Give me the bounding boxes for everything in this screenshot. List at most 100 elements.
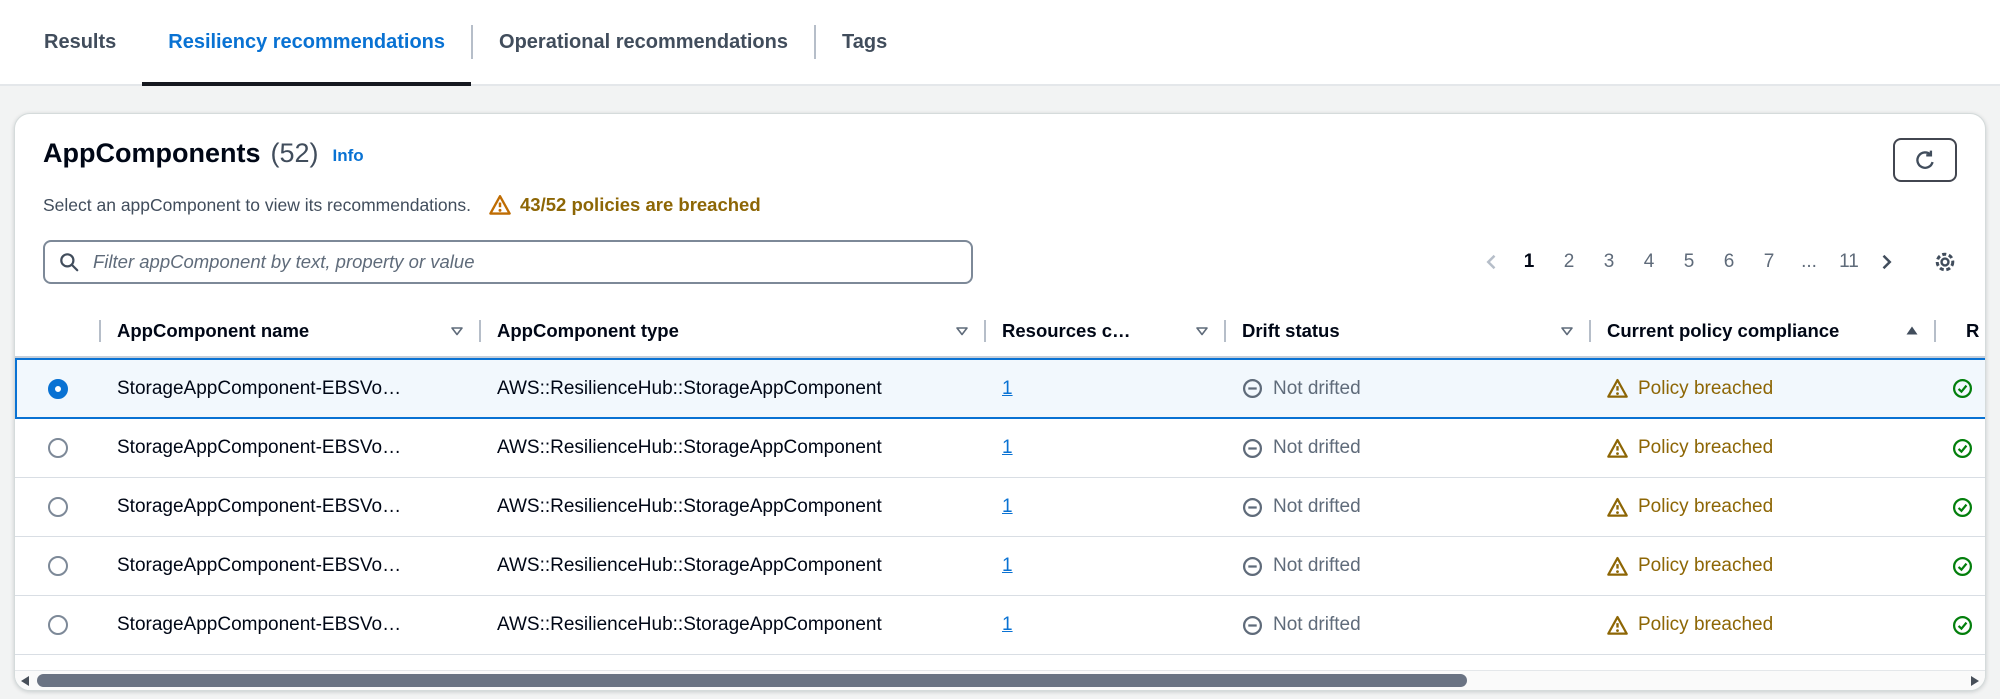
radio-button[interactable] [48,615,68,635]
tab-resiliency-recommendations[interactable]: Resiliency recommendations [142,0,471,86]
previous-page-button[interactable] [1477,244,1507,280]
column-label: R [1966,320,1980,341]
panel-description: Select an appComponent to view its recom… [43,194,472,215]
warning-icon [1607,556,1628,577]
refresh-icon [1914,149,1936,171]
appcomponent-name-cell: StorageAppComponent-EBSVo… [117,377,402,399]
radio-button[interactable] [48,378,68,399]
not-drifted-icon [1242,615,1263,636]
page-number[interactable]: 4 [1631,244,1667,280]
filter-input[interactable] [43,240,973,284]
column-header-truncated[interactable]: R [1936,306,1985,356]
not-drifted-icon [1242,438,1263,459]
filter-triangle-icon[interactable] [439,323,465,339]
table-row[interactable]: StorageAppComponent-EBSVo… AWS::Resilien… [15,358,1985,419]
filter-triangle-icon[interactable] [944,323,970,339]
appcomponent-type-cell: AWS::ResilienceHub::StorageAppComponent [497,496,882,517]
column-header-resources-count[interactable]: Resources c… [986,306,1226,356]
rto-status-cell [1936,360,1985,417]
page-number[interactable]: 1 [1511,244,1547,280]
page-ellipsis: ... [1801,251,1817,272]
column-label: Drift status [1242,320,1340,341]
resources-count-link[interactable]: 1 [1002,555,1013,577]
filter-box [43,240,973,284]
column-label: AppComponent name [117,320,310,341]
appcomponent-name-cell: StorageAppComponent-EBSVo… [117,437,402,458]
gear-icon [1933,250,1957,274]
page-number[interactable]: 6 [1711,244,1747,280]
table-row[interactable]: StorageAppComponent-EBSVo… AWS::Resilien… [15,537,1985,596]
tab-tags[interactable]: Tags [816,0,913,84]
policy-compliance-cell: Policy breached [1591,596,1936,654]
tab-results[interactable]: Results [18,0,142,84]
resources-count-link[interactable]: 1 [1002,614,1013,636]
pagination: 1 2 3 4 5 6 7 ... 11 [1477,244,1957,280]
page-number[interactable]: 7 [1751,244,1787,280]
resources-count-link[interactable]: 1 [1002,437,1013,459]
column-header-appcomponent-type[interactable]: AppComponent type [481,306,986,356]
warning-icon [1607,438,1628,459]
sort-ascending-icon[interactable] [1894,323,1920,339]
scroll-left-arrow[interactable] [21,676,29,686]
drift-status-cell: Not drifted [1226,419,1591,477]
radio-button[interactable] [48,438,68,458]
rto-status-cell [1936,478,1985,536]
resources-count-link[interactable]: 1 [1002,496,1013,518]
page-title: AppComponents [43,138,261,168]
horizontal-scrollbar[interactable] [15,670,1985,690]
tab-label: Tags [842,30,888,53]
table-row[interactable]: StorageAppComponent-EBSVo… AWS::Resilien… [15,419,1985,478]
column-header-current-policy-compliance[interactable]: Current policy compliance [1591,306,1936,356]
warning-icon [1607,615,1628,636]
scrollbar-thumb[interactable] [37,674,1467,687]
rto-status-cell [1936,419,1985,477]
refresh-button[interactable] [1893,138,1957,182]
scroll-right-arrow[interactable] [1971,676,1979,686]
column-header-drift-status[interactable]: Drift status [1226,306,1591,356]
info-link[interactable]: Info [333,146,364,166]
status-positive-icon [1952,378,1973,399]
search-icon [58,251,80,273]
warning-icon [489,194,511,216]
appcomponent-type-cell: AWS::ResilienceHub::StorageAppComponent [497,377,882,399]
status-positive-icon [1952,615,1973,636]
warning-icon [1607,497,1628,518]
table-header-row: AppComponent name AppComponent type Reso… [15,306,1985,358]
rto-status-cell [1936,537,1985,595]
page-number[interactable]: 3 [1591,244,1627,280]
table-row[interactable]: StorageAppComponent-EBSVo… AWS::Resilien… [15,596,1985,655]
filter-triangle-icon[interactable] [1549,323,1575,339]
tab-label: Operational recommendations [499,30,788,53]
resources-count-link[interactable]: 1 [1002,378,1013,400]
tab-label: Resiliency recommendations [168,30,446,53]
item-count: (52) [270,138,319,168]
table-row[interactable]: StorageAppComponent-EBSVo… AWS::Resilien… [15,478,1985,537]
tabs-bar: Results Resiliency recommendations Opera… [0,0,2000,86]
breach-warning-text: 43/52 policies are breached [520,194,761,215]
next-page-button[interactable] [1871,244,1901,280]
column-header-appcomponent-name[interactable]: AppComponent name [101,306,481,356]
not-drifted-icon [1242,378,1263,399]
table-scroll-area: AppComponent name AppComponent type Reso… [15,306,1985,655]
breach-warning: 43/52 policies are breached [489,194,761,216]
warning-icon [1607,378,1628,399]
policy-compliance-cell: Policy breached [1591,360,1936,417]
policy-compliance-cell: Policy breached [1591,537,1936,595]
status-positive-icon [1952,497,1973,518]
drift-status-cell: Not drifted [1226,478,1591,536]
column-label: Resources c… [1002,320,1131,341]
appcomponents-table: AppComponent name AppComponent type Reso… [15,306,1985,655]
page-number[interactable]: 2 [1551,244,1587,280]
filter-triangle-icon[interactable] [1184,323,1210,339]
preferences-button[interactable] [1933,250,1957,274]
drift-status-cell: Not drifted [1226,360,1591,417]
radio-button[interactable] [48,556,68,576]
selection-column-header [15,306,101,356]
page-number[interactable]: 5 [1671,244,1707,280]
page-number[interactable]: 11 [1831,244,1867,280]
tab-operational-recommendations[interactable]: Operational recommendations [473,0,814,84]
appcomponent-name-cell: StorageAppComponent-EBSVo… [117,614,402,635]
status-positive-icon [1952,556,1973,577]
policy-compliance-cell: Policy breached [1591,419,1936,477]
radio-button[interactable] [48,497,68,517]
